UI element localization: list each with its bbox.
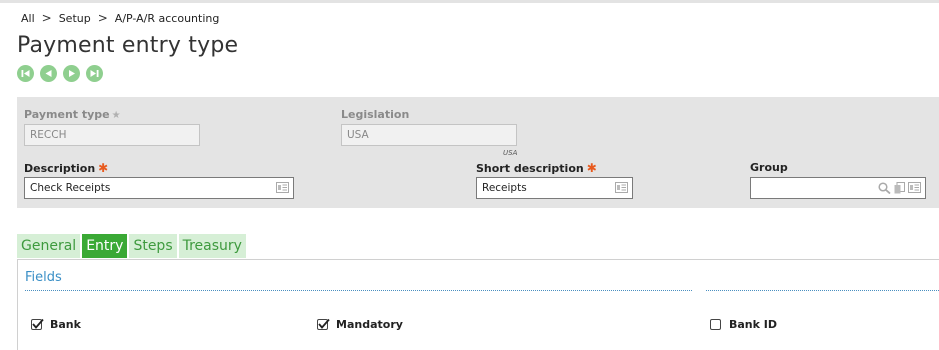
- legislation-label: Legislation: [341, 108, 410, 121]
- bank-checkbox[interactable]: Bank: [31, 318, 81, 331]
- first-record-icon[interactable]: [17, 65, 34, 82]
- section-title-fields: Fields: [25, 270, 62, 285]
- payment-type-label: Payment type ★: [24, 108, 121, 121]
- tab-bar: General Entry Steps Treasury: [17, 234, 246, 258]
- required-star-icon: ✱: [98, 161, 109, 175]
- record-navigation: [17, 65, 103, 82]
- section-divider: [25, 290, 692, 291]
- key-star-icon: ★: [111, 110, 121, 121]
- group-field-actions: [878, 182, 921, 194]
- group-label: Group: [750, 161, 788, 174]
- checkbox-unchecked-icon[interactable]: [710, 319, 721, 330]
- translation-icon[interactable]: [908, 182, 921, 193]
- description-value: Check Receipts: [30, 182, 111, 194]
- breadcrumb-ap-ar-accounting[interactable]: A/P-A/R accounting: [115, 12, 220, 25]
- last-record-icon[interactable]: [86, 65, 103, 82]
- required-star-icon: ✱: [586, 161, 597, 175]
- short-description-field[interactable]: Receipts: [476, 177, 633, 199]
- breadcrumb-separator-icon: >: [97, 11, 108, 25]
- tab-steps[interactable]: Steps: [129, 234, 177, 258]
- description-label-text: Description: [24, 162, 96, 175]
- group-field[interactable]: [750, 177, 926, 199]
- payment-type-field[interactable]: RECCH: [24, 124, 200, 146]
- legislation-value: USA: [347, 129, 369, 141]
- mandatory-checkbox-label: Mandatory: [336, 318, 403, 331]
- description-label: Description ✱: [24, 161, 108, 175]
- bank-id-checkbox-label: Bank ID: [729, 318, 778, 331]
- translation-icon[interactable]: [276, 182, 289, 196]
- legislation-note: USA: [503, 149, 518, 157]
- translation-icon[interactable]: [615, 182, 628, 196]
- content-divider: [17, 259, 939, 260]
- payment-type-label-text: Payment type: [24, 108, 110, 121]
- mandatory-checkbox[interactable]: Mandatory: [317, 318, 403, 331]
- tunnel-icon[interactable]: [894, 182, 905, 194]
- tab-entry[interactable]: Entry: [82, 234, 128, 258]
- short-description-value: Receipts: [482, 182, 527, 194]
- page-title: Payment entry type: [17, 33, 239, 58]
- next-record-icon[interactable]: [63, 65, 80, 82]
- tab-general[interactable]: General: [17, 234, 81, 258]
- bank-id-checkbox[interactable]: Bank ID: [710, 318, 777, 331]
- previous-record-icon[interactable]: [40, 65, 57, 82]
- legislation-field[interactable]: USA: [341, 124, 517, 146]
- short-description-label: Short description ✱: [476, 161, 597, 175]
- tab-treasury[interactable]: Treasury: [178, 234, 246, 258]
- checkbox-checked-icon[interactable]: [317, 318, 330, 330]
- checkbox-checked-icon[interactable]: [31, 318, 44, 330]
- breadcrumb-all[interactable]: All: [21, 12, 35, 25]
- breadcrumb-setup[interactable]: Setup: [59, 12, 91, 25]
- section-divider: [706, 290, 939, 291]
- content-left-border: [17, 259, 18, 350]
- breadcrumb: All > Setup > A/P-A/R accounting: [21, 11, 219, 25]
- breadcrumb-separator-icon: >: [41, 11, 52, 25]
- payment-type-value: RECCH: [30, 129, 67, 141]
- bank-checkbox-label: Bank: [50, 318, 81, 331]
- search-icon[interactable]: [878, 182, 891, 194]
- top-border: [0, 0, 939, 3]
- short-description-label-text: Short description: [476, 162, 584, 175]
- description-field[interactable]: Check Receipts: [24, 177, 294, 199]
